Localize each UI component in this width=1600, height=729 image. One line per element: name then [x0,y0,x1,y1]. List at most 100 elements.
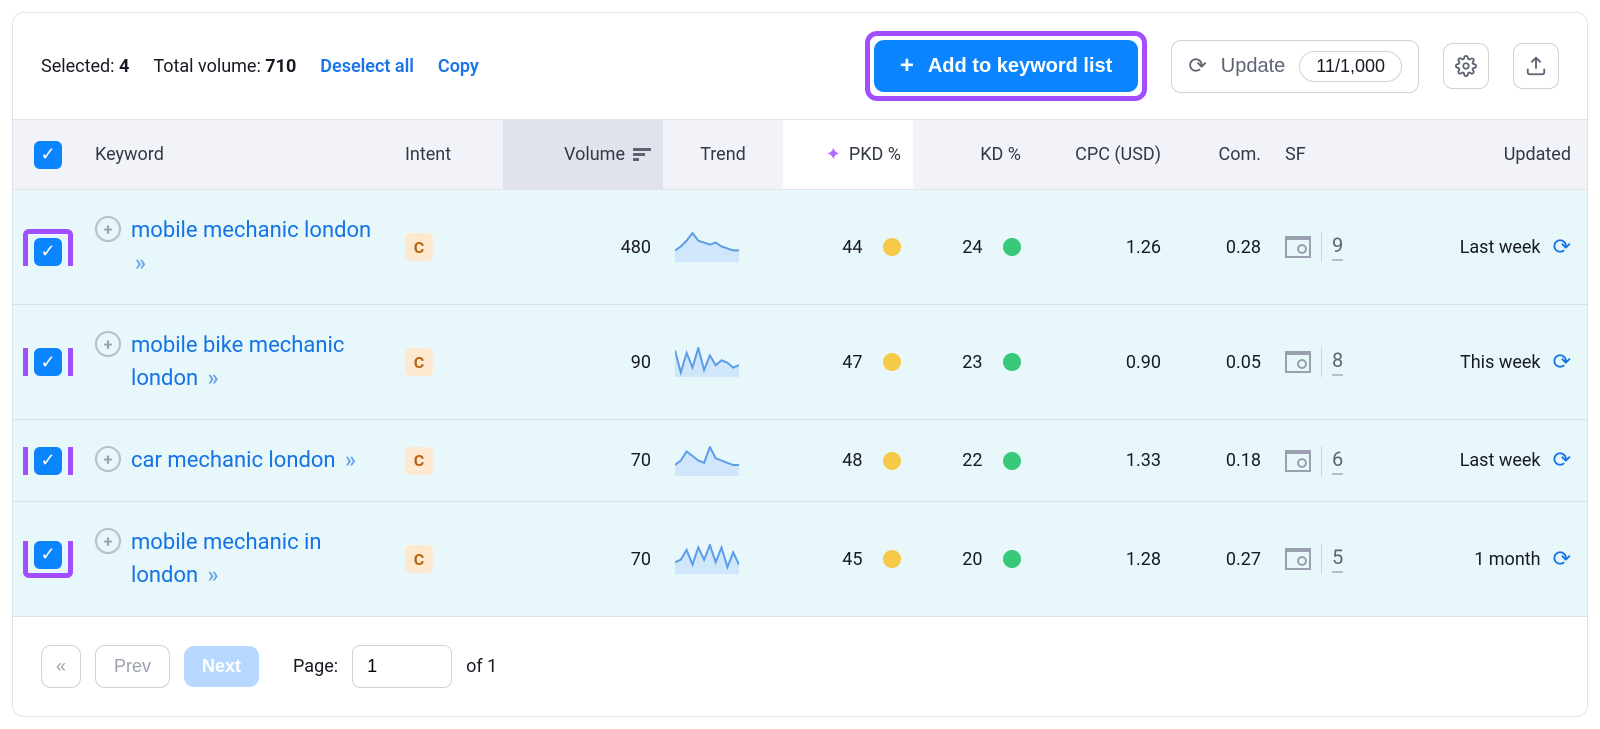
trend-cell [663,446,783,476]
column-checkbox: ✓ [13,120,83,189]
serp-icon [1285,548,1311,570]
column-intent[interactable]: Intent [393,120,503,189]
serp-icon [1285,351,1311,373]
highlight-add-to-list: + Add to keyword list [865,31,1147,101]
selected-count: 4 [119,56,129,77]
kd-value: 20 [913,549,1033,570]
table-row: ✓ + mobile mechanic london » C 480 44 24… [13,190,1587,305]
total-volume-value: 710 [265,56,296,77]
row-checkbox[interactable]: ✓ [34,238,62,266]
chevron-double-right-icon: » [208,366,219,391]
sf-count: 8 [1332,348,1343,376]
expand-row-button[interactable]: + [95,216,121,242]
pkd-dot-icon [883,353,901,371]
next-page-button[interactable]: Next [184,646,259,687]
expand-row-button[interactable]: + [95,528,121,554]
prev-page-button[interactable]: Prev [95,645,170,688]
column-kd[interactable]: KD % [913,120,1033,189]
kd-dot-icon [1003,452,1021,470]
intent-badge: C [405,447,433,475]
serp-features-button[interactable]: 5 [1285,544,1343,574]
kd-dot-icon [1003,550,1021,568]
table-header: ✓ Keyword Intent Volume Trend ✦ PKD % KD… [13,120,1587,190]
plus-icon: + [900,54,914,78]
pkd-dot-icon [883,550,901,568]
copy-link[interactable]: Copy [438,56,479,77]
row-refresh-button[interactable]: ⟳ [1553,448,1571,473]
page-of-label: of 1 [466,656,497,677]
row-refresh-button[interactable]: ⟳ [1553,350,1571,375]
select-all-checkbox[interactable]: ✓ [34,141,62,169]
highlight-checkbox-column: ✓ [23,348,73,376]
row-refresh-button[interactable]: ⟳ [1553,547,1571,572]
updated-value: This week [1460,352,1541,373]
pkd-dot-icon [883,238,901,256]
row-checkbox[interactable]: ✓ [34,447,62,475]
add-to-keyword-list-button[interactable]: + Add to keyword list [874,40,1138,92]
page-input[interactable] [352,645,452,688]
column-com[interactable]: Com. [1173,120,1273,189]
keyword-link[interactable]: mobile bike mechanic london » [131,329,381,395]
pkd-value: 47 [783,352,913,373]
row-checkbox[interactable]: ✓ [34,541,62,569]
table-body: ✓ + mobile mechanic london » C 480 44 24… [13,190,1587,617]
expand-row-button[interactable]: + [95,331,121,357]
update-button[interactable]: ⟳ Update 11/1,000 [1171,40,1419,93]
keyword-link[interactable]: mobile mechanic london » [131,214,381,280]
com-value: 0.27 [1173,549,1273,570]
table-row: ✓ + mobile mechanic in london » C 70 45 … [13,502,1587,617]
column-keyword[interactable]: Keyword [83,120,393,189]
keyword-link[interactable]: mobile mechanic in london » [131,526,381,592]
cpc-value: 0.90 [1033,352,1173,373]
kd-value: 22 [913,450,1033,471]
column-updated[interactable]: Updated [1393,120,1583,189]
first-page-button[interactable]: « [41,645,81,688]
sf-count: 9 [1332,233,1343,261]
gear-icon [1455,55,1477,77]
sort-desc-icon [633,148,651,162]
refresh-icon: ⟳ [1188,53,1206,79]
update-count-pill: 11/1,000 [1299,51,1402,82]
sf-count: 6 [1332,447,1343,475]
serp-features-button[interactable]: 6 [1285,446,1343,476]
column-cpc[interactable]: CPC (USD) [1033,120,1173,189]
keyword-link[interactable]: car mechanic london » [131,444,356,477]
serp-features-button[interactable]: 9 [1285,232,1343,262]
pagination: « Prev Next Page: of 1 [13,617,1587,716]
export-button[interactable] [1513,43,1559,89]
trend-sparkline [675,232,739,262]
kd-value: 24 [913,237,1033,258]
intent-badge: C [405,545,433,573]
expand-row-button[interactable]: + [95,446,121,472]
com-value: 0.18 [1173,450,1273,471]
column-sf[interactable]: SF [1273,120,1393,189]
deselect-all-link[interactable]: Deselect all [320,56,414,77]
highlight-checkbox-column: ✓ [23,541,73,578]
updated-value: 1 month [1474,549,1540,570]
column-pkd[interactable]: ✦ PKD % [783,120,913,189]
cpc-value: 1.26 [1033,237,1173,258]
serp-icon [1285,450,1311,472]
kd-dot-icon [1003,238,1021,256]
cpc-value: 1.28 [1033,549,1173,570]
pkd-value: 44 [783,237,913,258]
sf-count: 5 [1332,545,1343,573]
volume-value: 70 [503,549,663,570]
volume-value: 70 [503,450,663,471]
settings-button[interactable] [1443,43,1489,89]
intent-badge: C [405,348,433,376]
upload-icon [1525,55,1547,77]
trend-cell [663,347,783,377]
kd-value: 23 [913,352,1033,373]
column-volume[interactable]: Volume [503,120,663,189]
volume-value: 480 [503,237,663,258]
table-row: ✓ + car mechanic london » C 70 48 22 1.3… [13,420,1587,502]
column-trend[interactable]: Trend [663,120,783,189]
keyword-panel: Selected: 4 Total volume: 710 Deselect a… [12,12,1588,717]
trend-sparkline [675,347,739,377]
row-checkbox[interactable]: ✓ [34,348,62,376]
row-refresh-button[interactable]: ⟳ [1553,235,1571,260]
pkd-value: 48 [783,450,913,471]
serp-features-button[interactable]: 8 [1285,347,1343,377]
updated-value: Last week [1460,237,1541,258]
